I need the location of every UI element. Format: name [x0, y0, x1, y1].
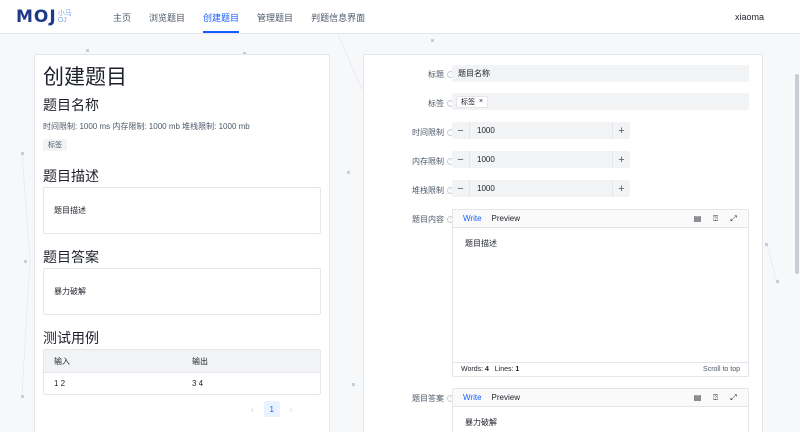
stack-limit-stepper[interactable]: − 1000 + — [452, 180, 630, 197]
time-limit-label-text: 时间限制 — [412, 128, 444, 137]
title-label-text: 标题 — [428, 70, 444, 79]
editor-tool-icons: ▤ ⍰ ⤢ — [693, 393, 748, 402]
editor-toolbar: Write Preview ▤ ⍰ ⤢ — [453, 389, 748, 407]
table-cell-output: 3 4 — [192, 379, 204, 388]
content-label-text: 题目内容 — [412, 215, 444, 224]
page-title: 创建题目 — [43, 66, 127, 89]
decrement-button[interactable]: − — [452, 180, 470, 197]
fullscreen-icon[interactable]: ⤢ — [729, 393, 738, 402]
memory-limit-label-text: 内存限制 — [412, 157, 444, 166]
preview-answer-text: 暴力破解 — [54, 287, 86, 296]
question-preview-card: 创建题目 题目名称 时间限制: 1000 ms 内存限制: 1000 mb 堆栈… — [34, 54, 330, 432]
document-icon[interactable]: ▤ — [693, 393, 702, 402]
preview-test-cases-heading: 测试用例 — [43, 330, 99, 346]
increment-button[interactable]: + — [612, 151, 630, 168]
editor-status-bar: Words: 4 Lines: 1 Scroll to top — [453, 362, 748, 376]
stack-limit-value[interactable]: 1000 — [470, 184, 495, 193]
tab-preview[interactable]: Preview — [492, 393, 520, 402]
tab-write[interactable]: Write — [463, 214, 482, 223]
top-navbar: MOJ 小马 OJ 主页 浏览题目 创建题目 管理题目 判题信息界面 xiaom… — [0, 0, 800, 34]
time-limit-label: 时间限制 ? — [412, 127, 454, 138]
title-label: 标题 ? — [428, 69, 454, 80]
content-markdown-editor: Write Preview ▤ ⍰ ⤢ 题目描述 Words: 4 Lines:… — [452, 209, 749, 377]
logo-subtext: 小马 OJ — [58, 10, 72, 24]
increment-button[interactable]: + — [612, 180, 630, 197]
answer-label-text: 题目答案 — [412, 394, 444, 403]
answer-label: 题目答案 ? — [412, 393, 454, 404]
nav-home[interactable]: 主页 — [104, 0, 140, 34]
table-header: 输入 输出 — [44, 350, 320, 372]
tag-chip-label: 标签 — [461, 98, 475, 106]
question-form-card: 标题 ? 题目名称 标签 ? 标签 × 时间限制 ? − 1000 + 内存限制… — [363, 54, 763, 432]
editor-textarea[interactable]: 题目描述 — [453, 228, 748, 259]
preview-description-text: 题目描述 — [54, 206, 86, 215]
preview-limits: 时间限制: 1000 ms 内存限制: 1000 mb 堆栈限制: 1000 m… — [43, 122, 250, 131]
column-header-input: 输入 — [54, 356, 70, 366]
scroll-to-top-button[interactable]: Scroll to top — [703, 366, 740, 373]
editor-textarea[interactable]: 暴力破解 — [453, 407, 748, 432]
table-cell-input: 1 2 — [54, 379, 66, 388]
username[interactable]: xiaoma — [735, 0, 764, 34]
preview-description-heading: 题目描述 — [43, 168, 99, 184]
logo-sub-top: 小马 — [57, 10, 72, 17]
logo-sub-bottom: OJ — [57, 17, 67, 24]
tab-write[interactable]: Write — [463, 393, 482, 402]
prev-page-button[interactable]: ‹ — [251, 405, 254, 414]
fullscreen-icon[interactable]: ⤢ — [729, 214, 738, 223]
editor-toolbar: Write Preview ▤ ⍰ ⤢ — [453, 210, 748, 228]
memory-limit-value[interactable]: 1000 — [470, 155, 495, 164]
decrement-button[interactable]: − — [452, 151, 470, 168]
memory-limit-stepper[interactable]: − 1000 + — [452, 151, 630, 168]
words-count: 4 — [485, 366, 489, 373]
preview-answer-heading: 题目答案 — [43, 249, 99, 265]
preview-description-box: 题目描述 — [43, 187, 321, 234]
memory-limit-label: 内存限制 ? — [412, 156, 454, 167]
lines-label: Lines: — [494, 366, 514, 373]
time-limit-stepper[interactable]: − 1000 + — [452, 122, 630, 139]
time-limit-value[interactable]: 1000 — [470, 126, 495, 135]
logo-text: MOJ — [16, 7, 57, 27]
tags-input[interactable]: 标签 × — [452, 93, 749, 110]
content-label: 题目内容 ? — [412, 214, 454, 225]
preview-answer-box: 暴力破解 — [43, 268, 321, 315]
nav-create-question[interactable]: 创建题目 — [194, 0, 248, 34]
stack-limit-label: 堆栈限制 ? — [412, 185, 454, 196]
nav-browse-questions[interactable]: 浏览题目 — [140, 0, 194, 34]
increment-button[interactable]: + — [612, 122, 630, 139]
tags-label-text: 标签 — [428, 99, 444, 108]
scrollbar-thumb[interactable] — [795, 74, 799, 274]
document-icon[interactable]: ▤ — [693, 214, 702, 223]
preview-question-title: 题目名称 — [43, 97, 99, 113]
next-page-button[interactable]: › — [290, 405, 293, 414]
page-scrollbar[interactable] — [794, 34, 800, 432]
table-row: 1 2 3 4 — [44, 372, 320, 394]
editor-tool-icons: ▤ ⍰ ⤢ — [693, 214, 748, 223]
logo[interactable]: MOJ 小马 OJ — [16, 6, 72, 28]
title-input[interactable]: 题目名称 — [452, 65, 749, 82]
tab-preview[interactable]: Preview — [492, 214, 520, 223]
preview-tag: 标签 — [43, 139, 67, 151]
nav-judge-info[interactable]: 判题信息界面 — [302, 0, 374, 34]
column-header-output: 输出 — [192, 356, 208, 366]
words-label: Words: — [461, 366, 484, 373]
decrement-button[interactable]: − — [452, 122, 470, 139]
help-icon[interactable]: ⍰ — [711, 214, 720, 223]
stack-limit-label-text: 堆栈限制 — [412, 186, 444, 195]
page-1-button[interactable]: 1 — [263, 401, 280, 417]
main-nav: 主页 浏览题目 创建题目 管理题目 判题信息界面 — [104, 0, 374, 34]
tag-chip: 标签 × — [456, 95, 489, 108]
help-icon[interactable]: ⍰ — [711, 393, 720, 402]
nav-manage-questions[interactable]: 管理题目 — [248, 0, 302, 34]
tags-label: 标签 ? — [428, 98, 454, 109]
pagination: ‹ 1 › — [251, 401, 292, 417]
lines-count: 1 — [515, 366, 520, 373]
test-cases-table: 输入 输出 1 2 3 4 — [43, 349, 321, 395]
answer-markdown-editor: Write Preview ▤ ⍰ ⤢ 暴力破解 — [452, 388, 749, 432]
close-icon[interactable]: × — [479, 98, 483, 105]
